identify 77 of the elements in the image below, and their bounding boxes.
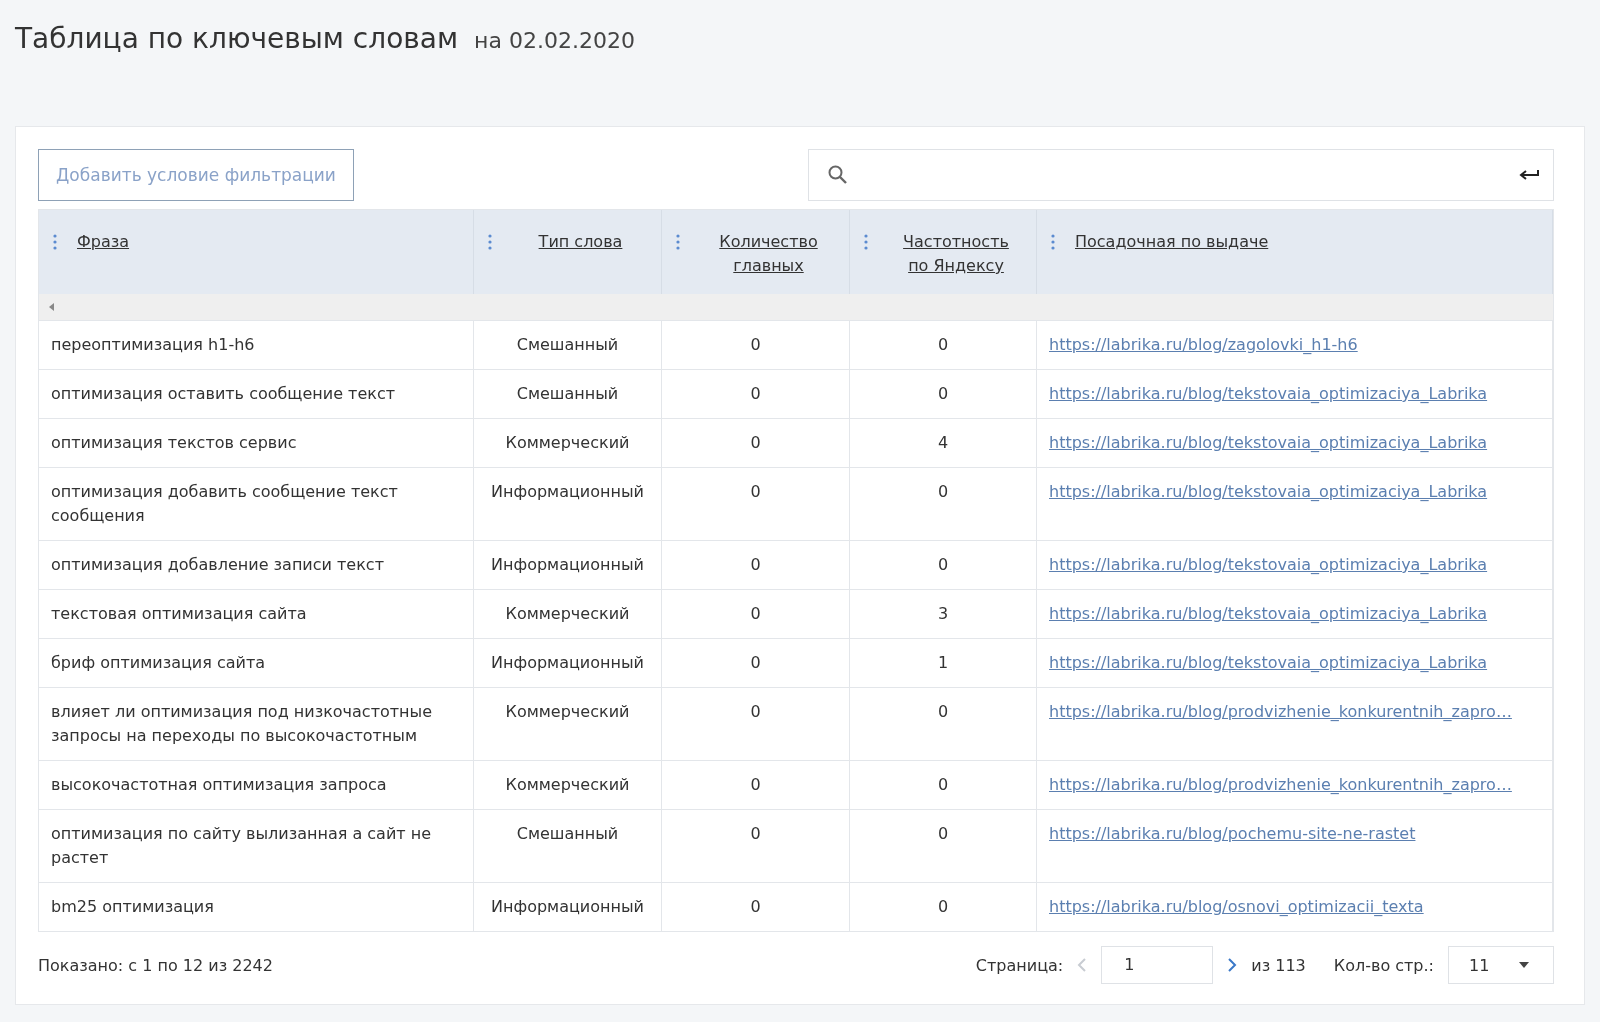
- column-menu-icon[interactable]: [676, 234, 680, 250]
- table-cell: 0: [937, 555, 949, 574]
- page-link[interactable]: https://labrika.ru/blog/prodvizhenie_konkurentnih_zapro…: [1049, 702, 1512, 721]
- table-cell: Информационный: [491, 482, 644, 501]
- table-cell: оптимизация оставить сообщение текст: [51, 384, 395, 403]
- page-count: из 113: [1251, 955, 1306, 975]
- table-cell: оптимизация по сайту вылизанная а сайт не растет: [51, 824, 431, 867]
- table-cell: 1: [937, 653, 949, 672]
- page-label: Страница:: [975, 955, 1064, 975]
- table-cell: Смешанный: [516, 384, 619, 403]
- search-icon: [827, 164, 849, 186]
- page-field[interactable]: 1: [1101, 946, 1214, 984]
- per-page-label: Кол-во стр.:: [1333, 955, 1434, 975]
- table-cell: 0: [750, 775, 761, 794]
- table-cell: 0: [750, 824, 761, 843]
- table-cell: оптимизация добавление записи текст: [51, 555, 384, 574]
- table-cell: 0: [750, 335, 761, 354]
- page-link[interactable]: https://labrika.ru/blog/pochemu-site-ne-rastet: [1049, 824, 1416, 843]
- table-cell: 0: [750, 555, 761, 574]
- table-cell: переоптимизация h1-h6: [51, 335, 255, 354]
- table-cell: 0: [750, 384, 761, 403]
- table-cell: Информационный: [491, 653, 644, 672]
- page-link[interactable]: https://labrika.ru/blog/prodvizhenie_konkurentnih_zapro…: [1049, 775, 1512, 794]
- column-menu-icon[interactable]: [53, 234, 57, 250]
- page-title: Таблица по ключевым словам: [15, 22, 459, 55]
- table-cell: оптимизация текстов сервис: [51, 433, 297, 452]
- page-link[interactable]: https://labrika.ru/blog/tekstovaia_optimizaciya_Labrika: [1049, 384, 1488, 403]
- page-link[interactable]: https://labrika.ru/blog/tekstovaia_optimizaciya_Labrika: [1049, 604, 1488, 623]
- table-cell: 0: [937, 824, 949, 843]
- table-cell: Коммерческий: [505, 604, 630, 623]
- table-cell: Информационный: [491, 555, 644, 574]
- per-page-select[interactable]: 11: [1448, 946, 1554, 984]
- table-cell: оптимизация добавить сообщение текст сообщения: [51, 482, 398, 525]
- table-cell: 0: [750, 433, 761, 452]
- column-menu-icon[interactable]: [864, 234, 868, 250]
- table-cell: высокочастотная оптимизация запроса: [51, 775, 387, 794]
- page-link[interactable]: https://labrika.ru/blog/osnovi_optimizacii_texta: [1049, 897, 1424, 916]
- table-cell: Коммерческий: [505, 433, 630, 452]
- table-cell: 4: [937, 433, 949, 452]
- table-cell: Коммерческий: [505, 775, 630, 794]
- table-cell: 0: [750, 702, 761, 721]
- column-header[interactable]: Фраза: [77, 230, 130, 254]
- table-cell: 0: [750, 604, 761, 623]
- table-cell: Информационный: [491, 897, 644, 916]
- enter-icon[interactable]: [1519, 168, 1539, 182]
- table-cell: 0: [750, 897, 761, 916]
- column-menu-icon[interactable]: [488, 234, 492, 250]
- scroll-left-icon[interactable]: [49, 303, 55, 311]
- report-date: на 02.02.2020: [474, 28, 635, 53]
- table-cell: 3: [937, 604, 949, 623]
- table-cell: 0: [937, 775, 949, 794]
- table-cell: 0: [750, 482, 761, 501]
- page-link[interactable]: https://labrika.ru/blog/tekstovaia_optimizaciya_Labrika: [1049, 482, 1488, 501]
- table-cell: Смешанный: [516, 335, 619, 354]
- table-cell: 0: [750, 653, 761, 672]
- page-link[interactable]: https://labrika.ru/blog/tekstovaia_optimizaciya_Labrika: [1049, 653, 1488, 672]
- dropdown-caret-icon: [1519, 962, 1529, 968]
- table-cell: текстовая оптимизация сайта: [51, 604, 307, 623]
- column-header[interactable]: Посадочная по выдаче: [1075, 230, 1269, 254]
- column-menu-icon[interactable]: [1051, 234, 1055, 250]
- table-cell: 0: [937, 482, 949, 501]
- page-link[interactable]: https://labrika.ru/blog/tekstovaia_optimizaciya_Labrika: [1049, 433, 1488, 452]
- page-link[interactable]: https://labrika.ru/blog/zagolovki_h1-h6: [1049, 335, 1358, 354]
- add-filter-button[interactable]: Добавить условие фильтрации: [38, 149, 354, 201]
- shown-count: Показано: с 1 по 12 из 2242: [38, 955, 273, 975]
- next-page-icon[interactable]: [1227, 957, 1238, 973]
- search-field[interactable]: [808, 149, 1554, 201]
- table-cell: Смешанный: [516, 824, 619, 843]
- table-cell: 0: [937, 335, 949, 354]
- page-link[interactable]: https://labrika.ru/blog/tekstovaia_optimizaciya_Labrika: [1049, 555, 1488, 574]
- table-cell: бриф оптимизация сайта: [51, 653, 266, 672]
- table-cell: 0: [937, 384, 949, 403]
- table-cell: влияет ли оптимизация под низкочастотные запросы на переходы по высокочастотным: [51, 702, 433, 745]
- table-cell: Коммерческий: [505, 702, 630, 721]
- table-cell: 0: [937, 702, 949, 721]
- table-cell: 0: [937, 897, 949, 916]
- table-cell: bm25 оптимизация: [51, 897, 214, 916]
